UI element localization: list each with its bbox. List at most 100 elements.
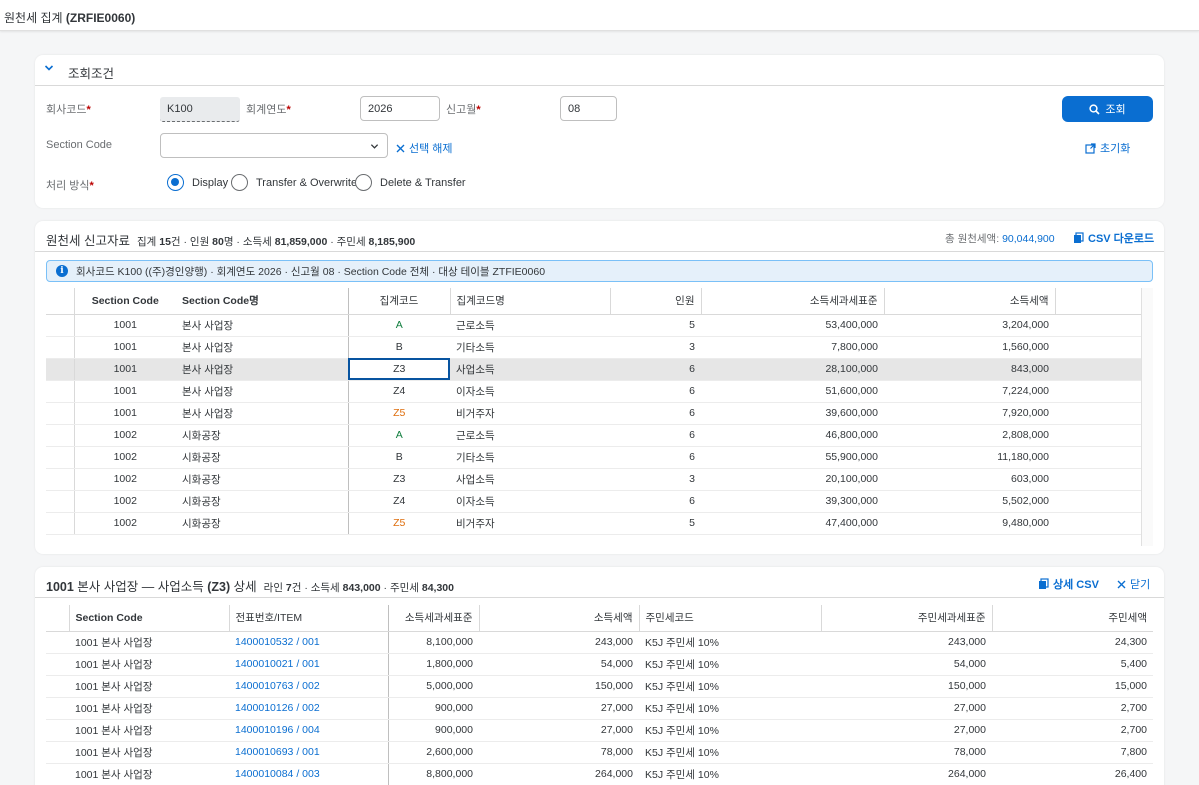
reset-link[interactable]: 초기화 — [1085, 140, 1130, 156]
cell-section-code: 1001 — [73, 358, 176, 381]
cell-section-code: 1001 본사 사업장 — [69, 763, 229, 785]
cell-local-tax-base: 150,000 — [821, 675, 992, 698]
section-code-select[interactable] — [160, 133, 388, 158]
table-row[interactable]: 1001 본사 사업장 1400010763 / 002 5,000,000 150,… — [46, 675, 1153, 698]
cell-tax-base: 8,800,000 — [387, 763, 479, 785]
cell-document-link[interactable]: 1400010532 / 001 — [229, 631, 388, 654]
detail-csv-button[interactable]: 상세 CSV — [1038, 576, 1099, 592]
search-button[interactable]: 조회 — [1062, 96, 1153, 122]
detail-header: 1001 본사 사업장 — 사업소득 (Z3) 상세 라인 7건 · 소득세 8… — [35, 567, 1164, 598]
cell-section-code: 1001 본사 사업장 — [69, 697, 229, 720]
cell-agg-code: B — [347, 446, 450, 469]
table-row[interactable]: 1001 본사 사업장 1400010693 / 001 2,600,000 78,0… — [46, 741, 1153, 764]
company-code-field[interactable]: K100 — [160, 97, 240, 122]
table-row[interactable]: 1001 본사 사업장 B 기타소득 3 7,800,000 1,560,000 — [46, 336, 1141, 359]
col-tax-base[interactable]: 소득세과세표준 — [700, 288, 884, 315]
mode-transfer-overwrite-radio[interactable]: Transfer & Overwrite — [231, 174, 357, 191]
table-row[interactable]: 1001 본사 사업장 1400010532 / 001 8,100,000 243,… — [46, 631, 1153, 654]
col-agg-code-name[interactable]: 집계코드명 — [449, 288, 610, 315]
cell-agg-code-name: 비거주자 — [450, 512, 610, 535]
clear-selection-link[interactable]: 선택 해제 — [396, 140, 453, 156]
col-local-tax-base[interactable]: 주민세과세표준 — [820, 605, 992, 632]
cell-agg-code-name: 사업소득 — [450, 468, 610, 491]
fiscal-year-input[interactable]: 2026 — [360, 96, 440, 121]
cell-tax-base: 20,100,000 — [701, 468, 884, 491]
col-local-tax-code[interactable]: 주민세코드 — [638, 605, 821, 632]
col-agg-code[interactable]: 집계코드 — [347, 288, 450, 315]
cell-document-link[interactable]: 1400010196 / 004 — [229, 719, 388, 742]
cell-local-tax-code: K5J 주민세 10% — [639, 697, 821, 720]
cell-income-tax: 7,224,000 — [884, 380, 1055, 403]
cell-income-tax: 78,000 — [479, 741, 639, 764]
close-detail-button[interactable]: 닫기 — [1117, 576, 1150, 592]
table-row[interactable]: 1001 본사 사업장 1400010084 / 003 8,800,000 264,… — [46, 763, 1153, 785]
cell-income-tax: 11,180,000 — [884, 446, 1055, 469]
row-selector — [46, 446, 74, 469]
cell-local-tax-code: K5J 주민세 10% — [639, 719, 821, 742]
copy-icon — [1039, 578, 1049, 589]
table-row[interactable]: 1002 시화공장 B 기타소득 6 55,900,000 11,180,000 — [46, 446, 1141, 469]
table-row[interactable]: 1002 시화공장 Z4 이자소득 6 39,300,000 5,502,000 — [46, 490, 1141, 513]
summary-stats: 집계 15건 · 인원 80명 · 소득세 81,859,000 · 주민세 8… — [136, 236, 416, 248]
table-row[interactable]: 1001 본사 사업장 Z4 이자소득 6 51,600,000 7,224,000 — [46, 380, 1141, 403]
table-row[interactable]: 1001 본사 사업장 Z5 비거주자 6 39,600,000 7,920,000 — [46, 402, 1141, 425]
mode-delete-transfer-radio[interactable]: Delete & Transfer — [355, 174, 466, 191]
cell-agg-code: Z3 — [347, 358, 450, 381]
cell-income-tax: 3,204,000 — [884, 314, 1055, 337]
cell-document-link[interactable]: 1400010693 / 001 — [229, 741, 388, 764]
vertical-scrollbar[interactable] — [1141, 288, 1153, 546]
cell-agg-code-name: 이자소득 — [450, 490, 610, 513]
info-message-text: 회사코드 K100 ((주)경인양행) · 회계연도 2026 · 신고월 08… — [76, 265, 546, 278]
cell-people: 6 — [610, 424, 701, 447]
cell-filler — [1055, 468, 1141, 491]
table-row[interactable]: 1002 시화공장 A 근로소득 6 46,800,000 2,808,000 — [46, 424, 1141, 447]
cell-section-code: 1002 — [73, 490, 176, 513]
table-row[interactable]: 1001 본사 사업장 1400010126 / 002 900,000 27,000… — [46, 697, 1153, 720]
cell-document-link[interactable]: 1400010084 / 003 — [229, 763, 388, 785]
cell-document-link[interactable]: 1400010126 / 002 — [229, 697, 388, 720]
chevron-down-icon — [370, 144, 379, 149]
table-row[interactable]: 1002 시화공장 Z5 비거주자 5 47,400,000 9,480,000 — [46, 512, 1141, 535]
table-row[interactable]: 1002 시화공장 Z3 사업소득 3 20,100,000 603,000 — [46, 468, 1141, 491]
filter-panel-header[interactable]: 조회조건 — [35, 55, 1164, 86]
cell-section-code: 1002 — [73, 512, 176, 535]
col-section-name[interactable]: Section Code명 — [176, 288, 348, 315]
total-withholding: 총 원천세액: 90,044,900 — [945, 233, 1055, 245]
mode-display-radio[interactable]: Display — [167, 174, 228, 191]
col-people[interactable]: 인원 — [609, 288, 701, 315]
table-row[interactable]: 1001 본사 사업장 1400010196 / 004 900,000 27,000… — [46, 719, 1153, 742]
row-selector — [46, 512, 74, 535]
cell-document-link[interactable]: 1400010021 / 001 — [229, 653, 388, 676]
col-income-tax[interactable]: 소득세액 — [883, 288, 1055, 315]
cell-document-link[interactable]: 1400010763 / 002 — [229, 675, 388, 698]
detail-stats: 라인 7건 · 소득세 843,000 · 주민세 84,300 — [263, 582, 454, 594]
cell-section-code: 1001 — [73, 314, 176, 337]
col-section-code[interactable]: Section Code — [73, 288, 176, 315]
cell-section-code: 1001 본사 사업장 — [69, 741, 229, 764]
cell-section-name: 본사 사업장 — [176, 336, 348, 359]
cell-section-code: 1001 본사 사업장 — [69, 653, 229, 676]
chevron-down-icon[interactable] — [44, 63, 54, 73]
report-month-input[interactable]: 08 — [560, 96, 617, 121]
detail-title: 1001 본사 사업장 — 사업소득 (Z3) 상세 라인 7건 · 소득세 8… — [46, 580, 454, 594]
csv-download-button[interactable]: CSV 다운로드 — [1073, 230, 1154, 246]
cell-people: 5 — [610, 512, 701, 535]
table-row[interactable]: 1001 본사 사업장 1400010021 / 001 1,800,000 54,0… — [46, 653, 1153, 676]
col-income-tax[interactable]: 소득세액 — [478, 605, 639, 632]
row-selector — [46, 697, 69, 720]
col-tax-base[interactable]: 소득세과세표준 — [387, 605, 479, 632]
cell-filler — [1055, 358, 1141, 381]
cell-income-tax: 27,000 — [479, 697, 639, 720]
cell-section-code: 1001 본사 사업장 — [69, 631, 229, 654]
row-selector — [46, 380, 74, 403]
detail-header-row: Section Code 전표번호/ITEM 소득세과세표준 소득세액 주민세코… — [46, 605, 1153, 632]
col-local-tax[interactable]: 주민세액 — [991, 605, 1153, 632]
cell-agg-code: Z5 — [347, 512, 450, 535]
col-section-code[interactable]: Section Code — [68, 605, 229, 632]
copy-icon — [1074, 232, 1084, 243]
cell-tax-base: 2,600,000 — [387, 741, 479, 764]
table-row[interactable]: 1001 본사 사업장 Z3 사업소득 6 28,100,000 843,000 — [46, 358, 1141, 381]
col-document-item[interactable]: 전표번호/ITEM — [228, 605, 388, 632]
table-row[interactable]: 1001 본사 사업장 A 근로소득 5 53,400,000 3,204,000 — [46, 314, 1141, 337]
cell-tax-base: 8,100,000 — [387, 631, 479, 654]
